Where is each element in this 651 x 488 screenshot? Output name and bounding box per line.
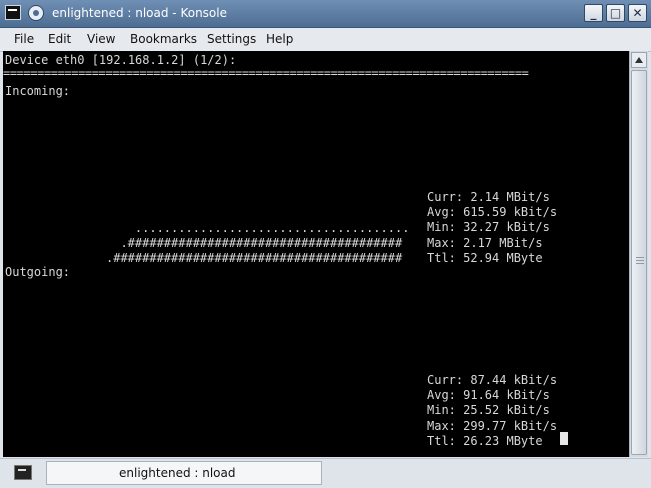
close-icon: ✕ [632, 6, 643, 20]
incoming-traffic-graph: ...................................... .… [106, 221, 410, 266]
tab-bar: enlightened : nload [0, 458, 651, 488]
grip-line [636, 257, 644, 258]
minimize-icon: _ [590, 6, 597, 20]
vertical-scrollbar[interactable] [629, 51, 648, 457]
maximize-button[interactable]: □ [606, 4, 625, 22]
session-tab-label: enlightened : nload [119, 466, 236, 480]
menu-help[interactable]: Help [266, 32, 293, 46]
terminal-tab-icon[interactable] [14, 465, 32, 480]
pin-icon[interactable] [28, 5, 44, 21]
minimize-button[interactable]: _ [584, 4, 603, 22]
outgoing-stats: Curr: 87.44 kBit/s Avg: 91.64 kBit/s Min… [427, 373, 558, 448]
terminal-cursor [560, 432, 568, 445]
grip-line [636, 263, 644, 264]
scroll-up-arrow-icon[interactable] [631, 52, 647, 68]
separator-line: ========================================… [3, 66, 529, 80]
window-title: enlightened : nload - Konsole [52, 6, 227, 20]
incoming-stats: Curr: 2.14 MBit/s Avg: 615.59 kBit/s Min… [427, 190, 558, 265]
menu-bookmarks[interactable]: Bookmarks [130, 32, 197, 46]
outgoing-label: Outgoing: [5, 265, 71, 279]
close-button[interactable]: ✕ [628, 4, 647, 22]
terminal-output[interactable]: Device eth0 [192.168.1.2] (1/2): =======… [3, 51, 629, 457]
grip-line [636, 260, 644, 261]
terminal-app-icon[interactable] [5, 5, 21, 20]
menu-view[interactable]: View [87, 32, 115, 46]
menu-bar: File Edit View Bookmarks Settings Help [0, 28, 651, 52]
title-bar[interactable]: enlightened : nload - Konsole _ □ ✕ [0, 0, 651, 28]
menu-edit[interactable]: Edit [48, 32, 71, 46]
maximize-icon: □ [609, 6, 622, 20]
session-tab[interactable]: enlightened : nload [46, 461, 322, 485]
scroll-thumb[interactable] [631, 70, 647, 455]
konsole-window: enlightened : nload - Konsole _ □ ✕ File… [0, 0, 651, 488]
menu-file[interactable]: File [14, 32, 34, 46]
incoming-label: Incoming: [5, 84, 71, 98]
menu-settings[interactable]: Settings [207, 32, 256, 46]
